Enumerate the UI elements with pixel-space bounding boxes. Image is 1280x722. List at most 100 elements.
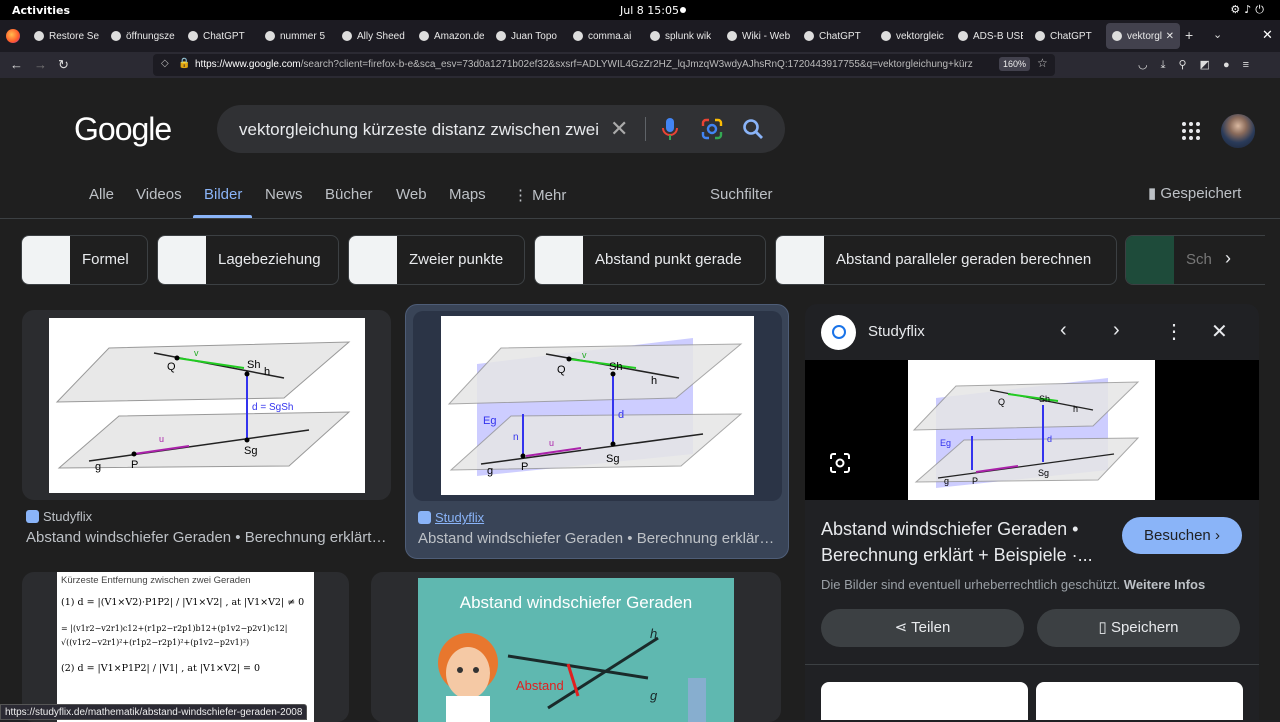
browser-tab[interactable]: splunk wik [644,23,721,49]
saved-button[interactable]: ▮ Gespeichert [1148,184,1241,202]
new-tab-button[interactable]: + [1185,27,1193,43]
bookmark-star-icon[interactable]: ☆ [1037,56,1048,70]
browser-tab[interactable]: Wiki - Web [721,23,798,49]
browser-tab[interactable]: comma.ai [567,23,644,49]
reload-icon[interactable]: ↻ [58,57,69,73]
browser-tab[interactable]: Amazon.de [413,23,490,49]
link-status-bar: https://studyflix.de/mathematik/abstand-… [0,704,308,720]
label-q: Q [557,364,566,376]
account-avatar[interactable] [1221,114,1255,148]
search-box[interactable]: vektorgleichung kürzeste distanz zwische… [217,105,785,153]
google-lens-icon[interactable] [701,118,723,140]
label-eg: Eg [483,415,496,427]
panel-source-name[interactable]: Studyflix [868,323,925,340]
microphone-icon[interactable] [661,117,679,141]
studyflix-favicon [26,510,39,523]
result-1-title[interactable]: Abstand windschiefer Geraden • Berechnun… [26,529,389,546]
result-2-source[interactable]: Studyflix [418,510,484,525]
chip-lagebeziehung[interactable]: Lagebeziehung [157,235,339,285]
zoom-level[interactable]: 160% [999,57,1031,71]
tab-label: ADS-B USE [973,30,1023,42]
tab-web[interactable]: Web [396,186,427,203]
image-result-4[interactable]: Abstand windschiefer Geraden Abstand h g [371,572,781,722]
browser-navbar: ← → ↻ ◇ 🔒 https://www.google.com/search?… [0,52,1280,78]
tab-label: Ally Sheed [357,30,405,42]
thumbnail-illustration: Abstand h g [438,626,706,722]
browser-tab[interactable]: Restore Se [28,23,105,49]
tab-news[interactable]: News [265,186,303,203]
tab-label: Juan Topo [511,30,557,42]
label-sg: Sg [1038,468,1049,478]
chip-zweier-punkte[interactable]: Zweier punkte [348,235,525,285]
tab-videos[interactable]: Videos [136,186,182,203]
panel-image[interactable]: Q Sh h d Eg g P Sg [805,360,1259,500]
chip-formel[interactable]: Formel [21,235,148,285]
tracking-shield-icon[interactable]: ◇ [161,58,169,69]
chevron-left-icon[interactable]: ‹ [1060,319,1067,342]
tab-buecher[interactable]: Bücher [325,186,373,203]
suchfilter-button[interactable]: Suchfilter [710,186,773,203]
chip-sch[interactable]: Sch [1125,235,1265,285]
google-icon [650,31,660,41]
lens-search-icon[interactable] [829,452,851,474]
clear-icon[interactable]: ✕ [610,116,628,142]
browser-tab[interactable]: vektorgl ✕ [1106,23,1180,49]
more-vert-icon[interactable]: ⋮ [1164,319,1184,344]
google-apps-icon[interactable] [1182,122,1200,140]
browser-tab[interactable]: Juan Topo [490,23,567,49]
related-image-2[interactable] [1036,682,1243,720]
tab-alle[interactable]: Alle [89,186,114,203]
browser-tab[interactable]: ChatGPT [798,23,875,49]
chip-abstand-punkt-gerade[interactable]: Abstand punkt gerade [534,235,766,285]
search-input[interactable]: vektorgleichung kürzeste distanz zwische… [239,120,599,140]
tab-close-icon[interactable]: ✕ [1166,31,1174,42]
browser-tab[interactable]: vektorgleic [875,23,952,49]
close-icon[interactable]: ✕ [1211,319,1228,344]
url-text[interactable]: https://www.google.com/search?client=fir… [195,59,995,70]
visit-button[interactable]: Besuchen › [1122,517,1242,554]
extensions-toolbar[interactable]: ◡⤓⚲◩●≡ [1138,58,1262,72]
download-icon: ⤓ [1160,59,1179,71]
activities-button[interactable]: Activities [12,4,70,17]
browser-tab[interactable]: nummer 5 [259,23,336,49]
browser-tab[interactable]: ChatGPT [1029,23,1106,49]
forward-arrow-icon[interactable]: → [34,57,47,72]
chatgpt-icon [1035,31,1045,41]
tab-label: nummer 5 [280,30,326,42]
clock[interactable]: Jul 8 15:05 [620,4,679,17]
tab-maps[interactable]: Maps [449,186,486,203]
tab-label: Restore Se [49,30,99,42]
more-info-link[interactable]: Weitere Infos [1124,577,1205,592]
panel-divider [805,664,1259,665]
back-arrow-icon[interactable]: ← [10,57,23,72]
browser-tab[interactable]: öffnungsze [105,23,182,49]
panel-title[interactable]: Abstand windschiefer Geraden • Berechnun… [821,516,1111,568]
related-image-1[interactable] [821,682,1028,720]
label-h: h [264,366,270,378]
result-1-source[interactable]: Studyflix [26,509,92,524]
chevron-right-icon[interactable]: › [1225,248,1231,269]
image-result-3[interactable]: Kürzeste Entfernung zwischen zwei Gerade… [22,572,349,722]
window-close-icon[interactable]: ✕ [1262,27,1273,43]
browser-tab[interactable]: Ally Sheed [336,23,413,49]
studyflix-logo[interactable] [821,315,856,350]
save-button[interactable]: ▯ Speichern [1037,609,1240,647]
tab-bilder[interactable]: Bilder [204,186,242,203]
ublock-icon: ● [1222,59,1243,71]
image-result-1[interactable]: Q v Sh h d = SgSh g P u Sg [22,310,391,500]
system-tray[interactable]: ⚙♪⏻ [1230,3,1268,17]
tab-label: vektorgleic [896,30,944,42]
tab-list-chevron-icon[interactable]: ⌄ [1213,28,1222,41]
chip-abstand-paralleler-geraden[interactable]: Abstand paralleler geraden berechnen [775,235,1117,285]
tab-mehr[interactable]: ⋮ Mehr [513,186,566,204]
result-2-title[interactable]: Abstand windschiefer Geraden • Berechnun… [418,530,776,547]
url-bar[interactable]: ◇ 🔒 https://www.google.com/search?client… [153,54,1055,76]
google-logo[interactable]: Google [74,111,172,148]
share-button[interactable]: ⋖ Teilen [821,609,1024,647]
search-icon[interactable] [741,117,765,141]
lock-icon[interactable]: 🔒 [178,58,190,69]
browser-tab[interactable]: ADS-B USE [952,23,1029,49]
chevron-right-icon[interactable]: › [1113,319,1120,342]
image-result-2-selected[interactable]: Q v Sh h d Eg n g P u Sg Studyflix Absta… [405,304,789,559]
browser-tab[interactable]: ChatGPT [182,23,259,49]
